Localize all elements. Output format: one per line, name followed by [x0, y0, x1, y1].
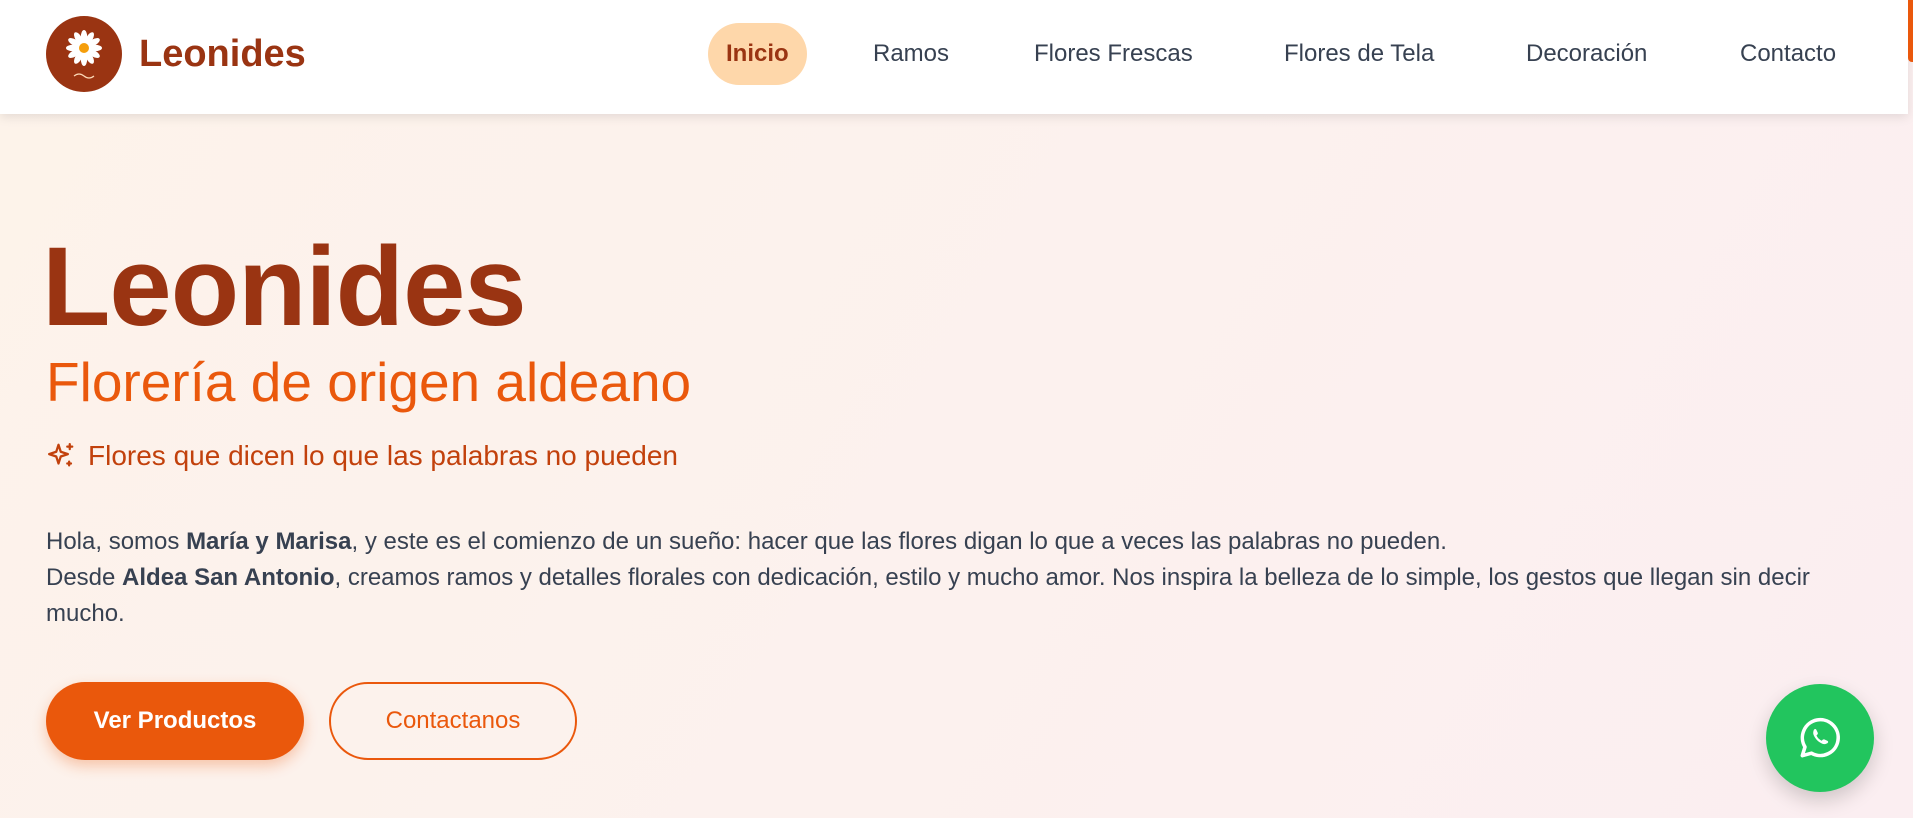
- intro-p1-text-b: , y este es el comienzo de un sueño: hac…: [351, 528, 1447, 555]
- nav-item-flores-frescas[interactable]: Flores Frescas: [1034, 23, 1193, 85]
- nav-item-decoracion[interactable]: Decoración: [1526, 23, 1647, 85]
- site-header: Leonides Inicio Ramos Flores Frescas Flo…: [0, 0, 1908, 114]
- whatsapp-button[interactable]: [1766, 684, 1874, 792]
- intro-p2-text-a: Desde: [46, 564, 123, 591]
- contactanos-button[interactable]: Contactanos: [329, 682, 577, 760]
- intro-paragraph-1: Hola, somos María y Marisa, y este es el…: [46, 524, 1876, 560]
- intro-paragraph-2: Desde Aldea San Antonio, creamos ramos y…: [46, 560, 1876, 632]
- nav-item-ramos[interactable]: Ramos: [873, 23, 949, 85]
- hero-subtitle: Florería de origen aldeano: [46, 351, 692, 413]
- main-nav: Inicio Ramos Flores Frescas Flores de Te…: [0, 23, 1908, 85]
- nav-item-flores-de-tela[interactable]: Flores de Tela: [1284, 23, 1434, 85]
- tagline-text: Flores que dicen lo que las palabras no …: [88, 440, 678, 471]
- hero-title: Leonides: [42, 224, 527, 349]
- tagline: Flores que dicen lo que las palabras no …: [46, 436, 678, 476]
- intro-p1-names: María y Marisa: [186, 528, 352, 555]
- nav-item-contacto[interactable]: Contacto: [1740, 23, 1836, 85]
- intro-text: Hola, somos María y Marisa, y este es el…: [46, 524, 1876, 632]
- nav-item-inicio[interactable]: Inicio: [708, 23, 807, 85]
- scroll-indicator: [1908, 0, 1913, 62]
- sparkles-icon: [48, 443, 74, 467]
- intro-p2-place: Aldea San Antonio: [122, 564, 335, 591]
- whatsapp-icon: [1800, 717, 1840, 758]
- ver-productos-button[interactable]: Ver Productos: [46, 682, 304, 760]
- intro-p1-text-a: Hola, somos: [46, 528, 187, 555]
